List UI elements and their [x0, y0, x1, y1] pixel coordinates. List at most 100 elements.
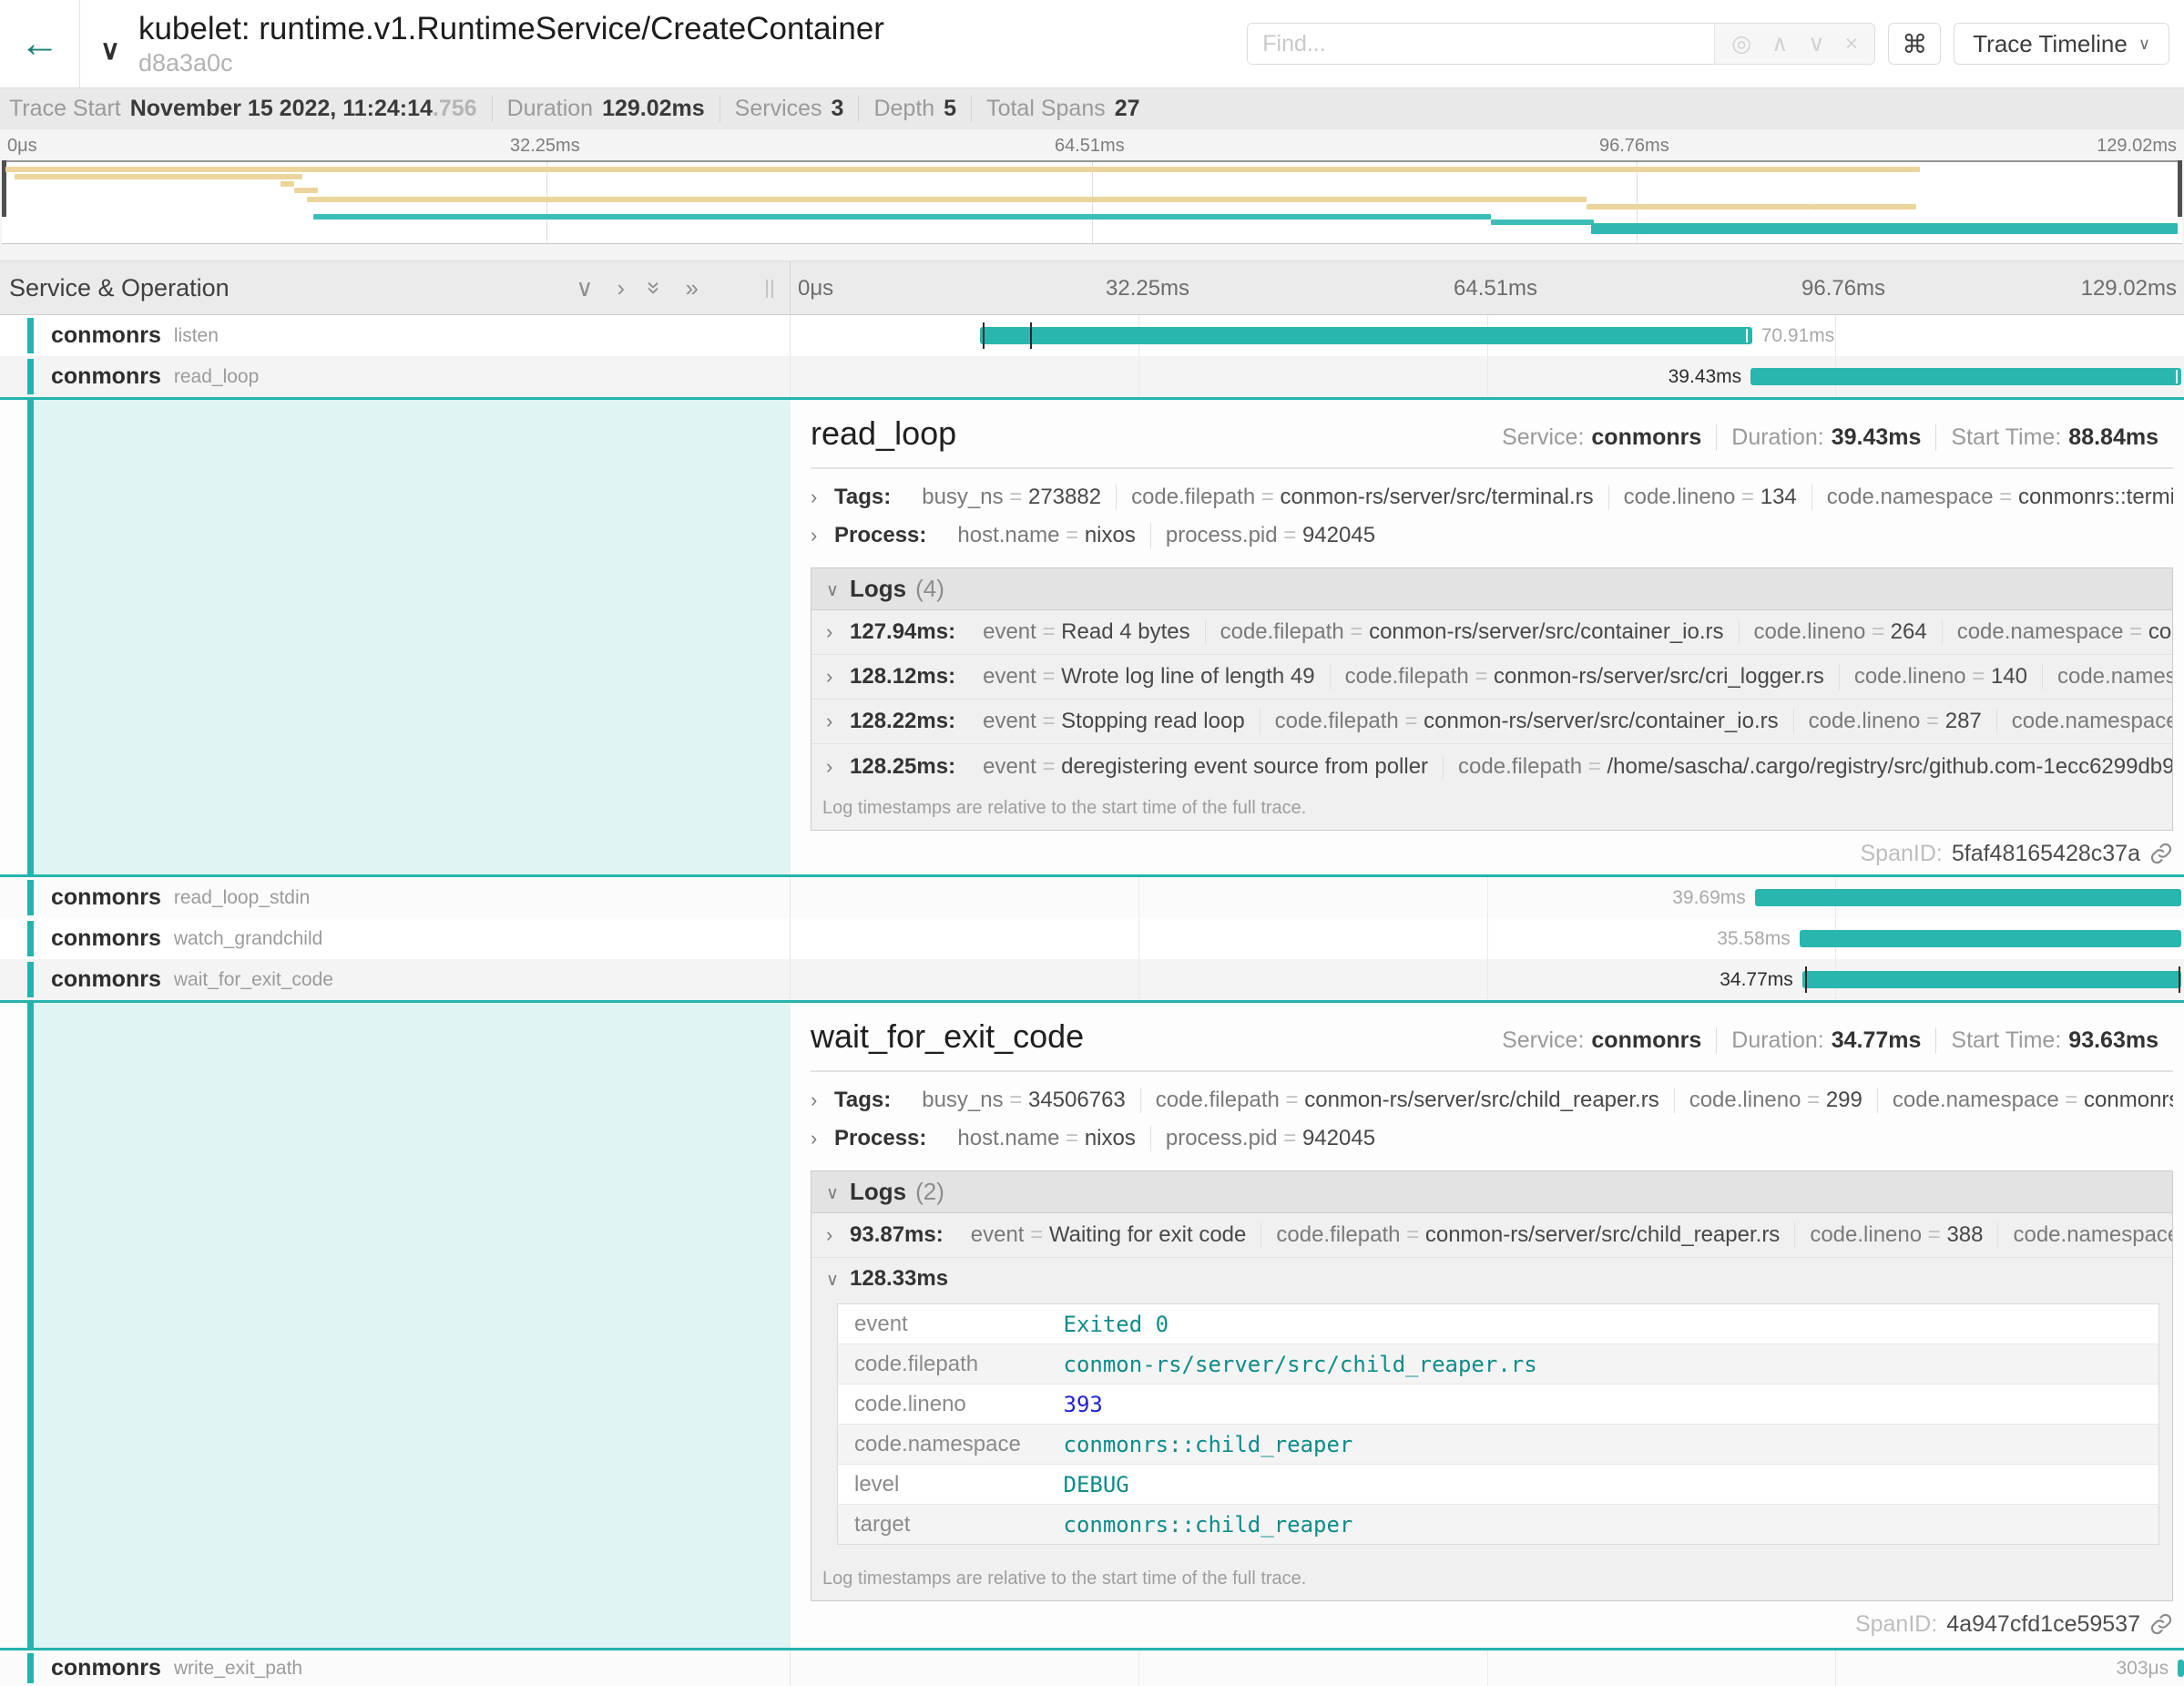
process-item: process.pid942045	[1151, 1126, 1390, 1151]
trace-view-label: Trace Timeline	[1973, 30, 2128, 58]
tag-item: code.lineno134	[1609, 485, 1812, 510]
minimap-span-bar	[1591, 223, 2178, 234]
span-row-read-loop[interactable]: conmonrs read_loop 39.43ms	[0, 356, 2184, 397]
span-meta: Service:conmonrs Duration:34.77ms Start …	[1487, 1027, 2173, 1054]
ruler-tick: 96.76ms	[1801, 276, 1885, 301]
timeline-ruler: 0μs 32.25ms 64.51ms 96.76ms 129.02ms	[791, 261, 2184, 314]
operation-name: listen	[174, 325, 219, 347]
expanded-log-header[interactable]: 128.33ms	[811, 1258, 2172, 1300]
table-row: targetconmonrs::child_reaper	[838, 1505, 2159, 1545]
span-name-cell[interactable]: conmonrs read_loop	[0, 356, 791, 397]
log-marker-tick	[2179, 966, 2180, 993]
find-box: ◎ ∧ ∨ ×	[1247, 23, 1875, 65]
log-entry[interactable]: 93.87ms: eventWaiting for exit code code…	[811, 1213, 2172, 1258]
log-entry[interactable]: 127.94ms: eventRead 4 bytes code.filepat…	[811, 610, 2172, 655]
span-name-cell[interactable]: conmonrs write_exit_path	[0, 1650, 791, 1686]
span-meta: Service:conmonrs Duration:39.43ms Start …	[1487, 424, 2173, 451]
find-next-icon[interactable]: ∨	[1808, 30, 1824, 57]
tag-item: busy_ns273882	[907, 485, 1117, 510]
span-detail-title-row: read_loop Service:conmonrs Duration:39.4…	[811, 414, 2173, 453]
find-clear-icon[interactable]: ×	[1845, 31, 1859, 57]
service-color-accent	[27, 359, 34, 394]
collapse-trace-header-icon[interactable]: ∨	[100, 35, 120, 66]
service-operation-header: Service & Operation ∨ › » »	[0, 261, 791, 314]
find-prev-icon[interactable]: ∧	[1771, 30, 1788, 57]
process-item: host.namenixos	[943, 523, 1150, 548]
span-duration-bar[interactable]	[2178, 1660, 2184, 1677]
span-duration-label: 35.58ms	[1717, 918, 1800, 959]
minimap-canvas[interactable]	[2, 160, 2182, 244]
collapse-one-icon[interactable]: ∨	[576, 276, 593, 300]
table-row: code.lineno393	[838, 1385, 2159, 1425]
expand-one-icon[interactable]: ›	[617, 276, 625, 300]
span-row-listen[interactable]: conmonrs listen 70.91ms	[0, 315, 2184, 356]
minimap-right-handle[interactable]	[2178, 160, 2182, 217]
tags-accordion[interactable]: Tags: busy_ns34506763 code.filepathconmo…	[811, 1081, 2173, 1119]
expand-all-icon[interactable]: »	[686, 276, 699, 300]
span-detail-left-gutter[interactable]	[27, 1003, 791, 1648]
collapse-all-icon[interactable]: »	[643, 281, 667, 294]
span-name-cell[interactable]: conmonrs wait_for_exit_code	[0, 959, 791, 1000]
logs-section: Logs (4) 127.94ms: eventRead 4 bytes cod…	[811, 567, 2173, 831]
trace-total-spans: Total Spans 27	[971, 96, 1154, 122]
span-name-cell[interactable]: conmonrs listen	[0, 315, 791, 356]
minimap-span-bar	[5, 167, 1920, 172]
chevron-down-icon	[826, 577, 850, 601]
trace-start: Trace Start November 15 2022, 11:24:14.7…	[9, 96, 492, 122]
log-entry[interactable]: 128.12ms: eventWrote log line of length …	[811, 655, 2172, 700]
log-marker-tick	[2176, 370, 2178, 383]
column-resize-grip[interactable]	[766, 280, 773, 298]
trace-view-dropdown[interactable]: Trace Timeline ∨	[1954, 23, 2169, 65]
minimap-tick: 129.02ms	[2097, 136, 2177, 157]
trace-title: kubelet: runtime.v1.RuntimeService/Creat…	[138, 11, 884, 47]
span-duration-bar[interactable]	[980, 327, 1752, 344]
trace-summary-bar: Trace Start November 15 2022, 11:24:14.7…	[0, 87, 2184, 129]
log-marker-tick	[983, 322, 985, 349]
tags-accordion[interactable]: Tags: busy_ns273882 code.filepathconmon-…	[811, 478, 2173, 516]
find-input[interactable]	[1248, 24, 1714, 64]
span-row-write-exit-path[interactable]: conmonrs write_exit_path 303μs	[0, 1650, 2184, 1686]
chevron-right-icon	[811, 485, 834, 509]
chevron-right-icon	[826, 665, 850, 689]
match-case-icon[interactable]: ◎	[1731, 30, 1751, 57]
span-row-wait-for-exit-code[interactable]: conmonrs wait_for_exit_code 34.77ms	[0, 959, 2184, 1000]
span-row-read-loop-stdin[interactable]: conmonrs read_loop_stdin 39.69ms	[0, 877, 2184, 918]
minimap-span-bar	[313, 214, 1491, 220]
ruler-tick: 0μs	[798, 276, 833, 301]
process-accordion[interactable]: Process: host.namenixos process.pid94204…	[811, 516, 2173, 555]
table-row: code.namespaceconmonrs::child_reaper	[838, 1425, 2159, 1465]
chevron-right-icon	[811, 1088, 834, 1112]
deep-link-icon[interactable]	[2149, 842, 2173, 865]
timeline-grid-header: Service & Operation ∨ › » » 0μs 32.25ms …	[0, 261, 2184, 315]
log-entry[interactable]: 128.22ms: eventStopping read loop code.f…	[811, 700, 2172, 744]
logs-accordion-header[interactable]: Logs (4)	[811, 568, 2172, 610]
trace-title-block: kubelet: runtime.v1.RuntimeService/Creat…	[138, 11, 884, 77]
find-controls: ◎ ∧ ∨ ×	[1714, 24, 1874, 64]
minimap-gap	[0, 244, 2184, 261]
minimap-tick-labels: 0μs 32.25ms 64.51ms 96.76ms 129.02ms	[0, 129, 2184, 160]
chevron-right-icon	[811, 1127, 834, 1150]
span-detail-title-row: wait_for_exit_code Service:conmonrs Dura…	[811, 1017, 2173, 1056]
minimap-tick: 64.51ms	[1055, 136, 1125, 157]
span-duration-bar[interactable]	[1802, 971, 2181, 988]
span-duration-label: 70.91ms	[1752, 315, 1835, 356]
span-duration-bar[interactable]	[1750, 368, 2181, 385]
process-accordion[interactable]: Process: host.namenixos process.pid94204…	[811, 1119, 2173, 1158]
span-name-cell[interactable]: conmonrs read_loop_stdin	[0, 877, 791, 918]
span-name-cell[interactable]: conmonrs watch_grandchild	[0, 918, 791, 959]
chevron-right-icon	[826, 620, 850, 644]
back-button[interactable]: ←	[0, 0, 80, 87]
ruler-tick: 129.02ms	[2081, 276, 2177, 301]
divider	[811, 467, 2173, 469]
log-entry[interactable]: 128.25ms: eventderegistering event sourc…	[811, 744, 2172, 789]
logs-accordion-header[interactable]: Logs (2)	[811, 1171, 2172, 1213]
span-row-watch-grandchild[interactable]: conmonrs watch_grandchild 35.58ms	[0, 918, 2184, 959]
back-arrow-icon: ←	[20, 21, 60, 66]
operation-name: read_loop	[174, 366, 259, 388]
span-duration-bar[interactable]	[1755, 889, 2181, 906]
deep-link-icon[interactable]	[2149, 1612, 2173, 1636]
span-duration-bar[interactable]	[1800, 930, 2181, 947]
keyboard-shortcuts-button[interactable]: ⌘	[1888, 23, 1941, 65]
span-duration-label: 39.43ms	[1669, 356, 1751, 397]
span-detail-left-gutter[interactable]	[27, 400, 791, 874]
